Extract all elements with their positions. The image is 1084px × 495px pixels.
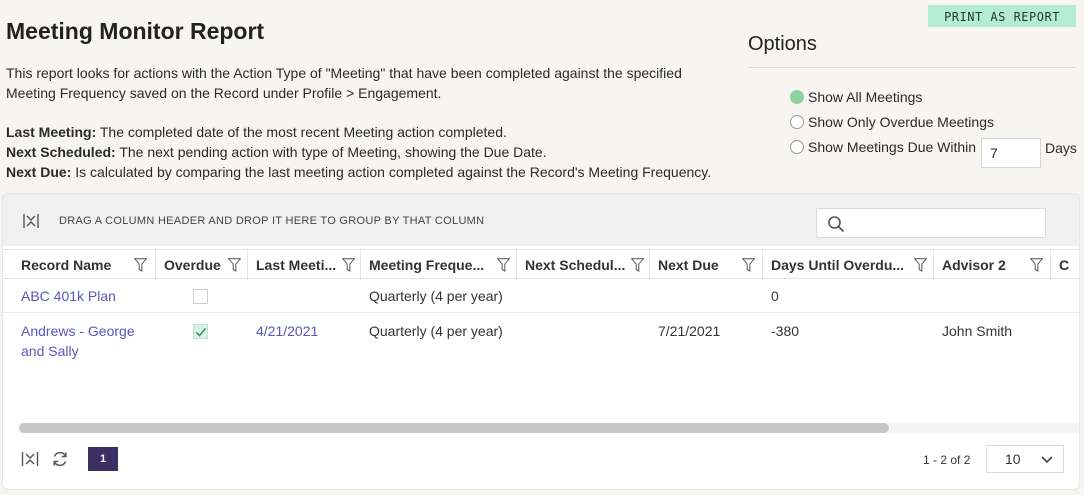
report-description: This report looks for actions with the A… xyxy=(6,65,682,101)
filter-icon[interactable] xyxy=(1030,258,1043,272)
meetings-grid: DRAG A COLUMN HEADER AND DROP IT HERE TO… xyxy=(2,193,1080,490)
search-icon xyxy=(828,216,845,233)
group-drop-area[interactable]: DRAG A COLUMN HEADER AND DROP IT HERE TO… xyxy=(3,194,1079,246)
filter-icon[interactable] xyxy=(914,258,927,272)
filter-icon[interactable] xyxy=(497,258,510,272)
definition-last-meeting: Last Meeting: The completed date of the … xyxy=(6,124,507,140)
option-show-overdue[interactable]: Show Only Overdue Meetings xyxy=(790,112,994,132)
grid-header-row: Record Name Overdue Last Meeti... Meetin… xyxy=(3,249,1079,280)
meeting-frequency-cell: Quarterly (4 per year) xyxy=(369,323,503,339)
radio-checked-icon[interactable] xyxy=(790,90,804,104)
checkmark-icon xyxy=(195,328,207,337)
column-header-days-until-overdue[interactable]: Days Until Overdu... xyxy=(763,250,934,280)
overdue-checkbox xyxy=(193,324,208,339)
filter-icon[interactable] xyxy=(228,258,241,272)
column-header-record-name[interactable]: Record Name xyxy=(13,250,156,280)
table-row: ABC 401k Plan Quarterly (4 per year) 0 xyxy=(3,280,1079,313)
days-label: Days xyxy=(1045,140,1077,156)
filter-icon[interactable] xyxy=(631,258,644,272)
radio-unchecked-icon[interactable] xyxy=(790,115,804,129)
page-title: Meeting Monitor Report xyxy=(6,18,265,44)
option-show-all[interactable]: Show All Meetings xyxy=(790,87,922,107)
overdue-checkbox xyxy=(193,289,208,304)
horizontal-scrollbar-thumb[interactable] xyxy=(19,423,889,433)
collapse-all-icon[interactable] xyxy=(21,450,39,468)
next-due-cell: 7/21/2021 xyxy=(658,323,721,339)
grid-search-input[interactable] xyxy=(816,208,1046,238)
print-as-report-button[interactable]: PRINT AS REPORT xyxy=(928,5,1076,27)
definition-next-due: Next Due: Is calculated by comparing the… xyxy=(6,164,712,180)
last-meeting-link[interactable]: 4/21/2021 xyxy=(248,321,318,341)
days-until-overdue-cell: 0 xyxy=(771,288,779,304)
refresh-icon[interactable] xyxy=(51,450,69,468)
column-header-meeting-frequency[interactable]: Meeting Freque... xyxy=(361,250,517,280)
option-show-due-within[interactable]: Show Meetings Due Within xyxy=(790,137,976,157)
group-hint: DRAG A COLUMN HEADER AND DROP IT HERE TO… xyxy=(59,215,485,227)
radio-unchecked-icon[interactable] xyxy=(790,140,804,154)
column-header-overdue[interactable]: Overdue xyxy=(156,250,248,280)
column-header-truncated[interactable]: C xyxy=(1051,250,1079,280)
options-title: Options xyxy=(748,33,817,55)
page-size-select[interactable]: 10 xyxy=(986,445,1064,473)
pager-info: 1 - 2 of 2 xyxy=(923,453,971,467)
filter-icon[interactable] xyxy=(134,258,147,272)
record-name-link[interactable]: Andrews - George and Sally xyxy=(13,321,153,361)
column-header-next-due[interactable]: Next Due xyxy=(650,250,763,280)
column-header-last-meeting[interactable]: Last Meeti... xyxy=(248,250,361,280)
filter-icon[interactable] xyxy=(342,258,355,272)
group-collapse-icon[interactable] xyxy=(23,213,39,229)
filter-icon[interactable] xyxy=(742,258,755,272)
column-definitions: Last Meeting: The completed date of the … xyxy=(6,122,736,182)
column-header-next-scheduled[interactable]: Next Schedul... xyxy=(517,250,650,280)
table-row: Andrews - George and Sally 4/21/2021 Qua… xyxy=(3,313,1079,369)
days-until-overdue-cell: -380 xyxy=(771,323,800,339)
column-header-advisor-2[interactable]: Advisor 2 xyxy=(934,250,1051,280)
page-button-current[interactable]: 1 xyxy=(88,447,118,471)
meeting-frequency-cell: Quarterly (4 per year) xyxy=(369,288,503,304)
chevron-down-icon xyxy=(1041,456,1053,464)
days-input[interactable] xyxy=(981,138,1041,168)
definition-next-scheduled: Next Scheduled: The next pending action … xyxy=(6,144,547,160)
record-name-link[interactable]: ABC 401k Plan xyxy=(13,286,116,306)
advisor-2-cell: John Smith xyxy=(942,323,1013,339)
options-divider xyxy=(748,67,1076,68)
